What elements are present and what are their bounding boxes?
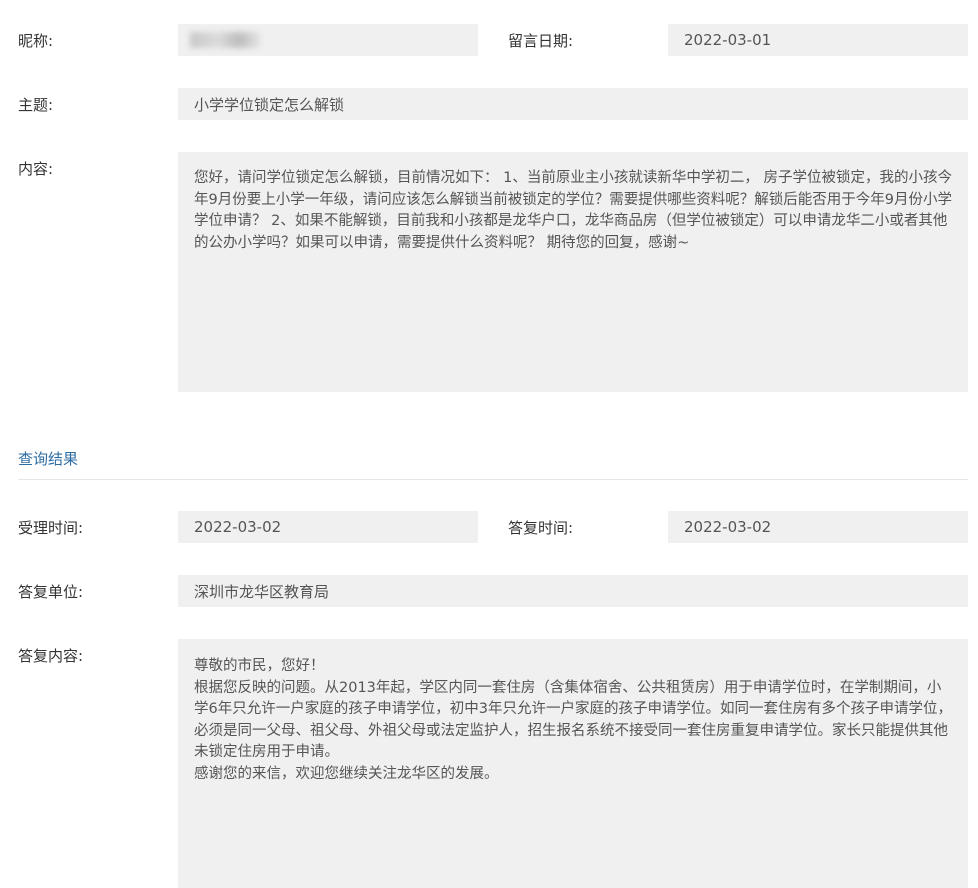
subject-label: 主题: xyxy=(18,96,54,114)
reply-content-label: 答复内容: xyxy=(18,647,84,665)
content-label: 内容: xyxy=(18,160,54,178)
accept-time-field: 2022-03-02 xyxy=(178,511,478,543)
reply-time-field: 2022-03-02 xyxy=(668,511,968,543)
date-field: 2022-03-01 xyxy=(668,24,968,56)
blurred-nickname xyxy=(190,32,260,48)
reply-time-label: 答复时间: xyxy=(508,519,574,537)
reply-unit-field: 深圳市龙华区教育局 xyxy=(178,575,968,607)
subject-field: 小学学位锁定怎么解锁 xyxy=(178,88,968,120)
accept-time-label: 受理时间: xyxy=(18,519,84,537)
query-result-title: 查询结果 xyxy=(18,450,79,468)
date-label: 留言日期: xyxy=(508,32,574,50)
reply-content-area: 尊敬的市民，您好！ 根据您反映的问题。从2013年起，学区内同一套住房（含集体宿… xyxy=(178,639,968,888)
nickname-field xyxy=(178,24,478,56)
content-area: 您好，请问学位锁定怎么解锁，目前情况如下： 1、当前原业主小孩就读新华中学初二，… xyxy=(178,152,968,392)
reply-unit-label: 答复单位: xyxy=(18,583,84,601)
section-divider xyxy=(18,479,968,480)
nickname-label: 昵称: xyxy=(18,32,54,50)
